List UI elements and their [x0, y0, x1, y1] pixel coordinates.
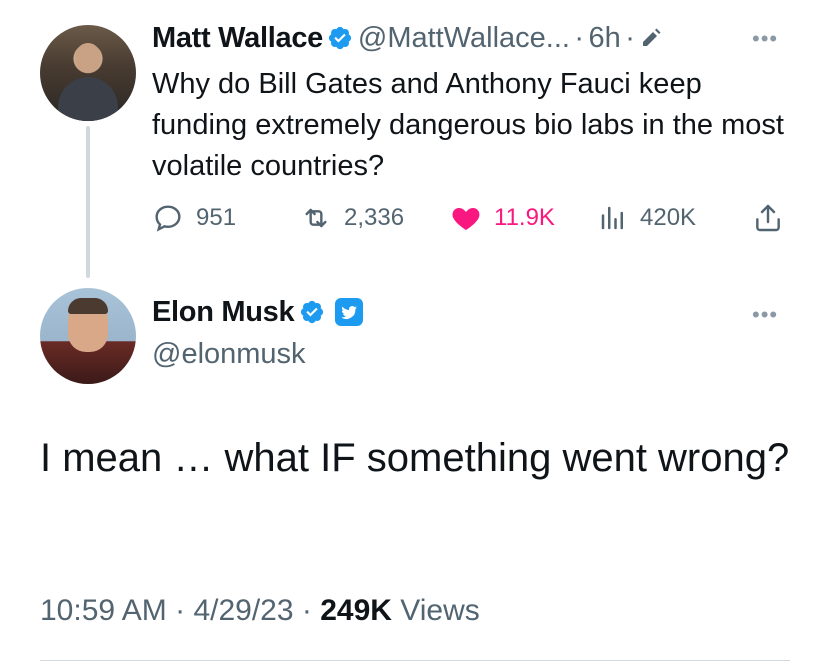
divider — [40, 660, 790, 661]
dot-separator: · — [175, 594, 186, 627]
analytics-icon — [598, 202, 628, 234]
parent-author-handle[interactable]: @MattWallace... — [358, 22, 570, 54]
share-icon — [752, 202, 784, 234]
thread-line — [86, 126, 90, 278]
tweet-time[interactable]: 10:59 AM — [40, 594, 167, 627]
heart-icon — [450, 202, 482, 234]
reply-button[interactable]: 951 — [152, 200, 236, 236]
verified-icon — [299, 299, 325, 325]
parent-author-name[interactable]: Matt Wallace — [152, 22, 323, 54]
more-options-icon[interactable]: ••• — [752, 26, 778, 52]
parent-tweet-time[interactable]: 6h — [589, 22, 621, 54]
main-tweet-header: Elon Musk — [152, 296, 364, 329]
reply-icon — [152, 202, 184, 234]
elon-musk-avatar[interactable] — [40, 288, 136, 384]
matt-wallace-avatar[interactable] — [40, 25, 136, 121]
retweet-count: 2,336 — [344, 204, 405, 231]
dot-separator: · — [625, 22, 635, 54]
tweet-meta: 10:59 AM · 4/29/23 · 249K Views — [40, 594, 480, 628]
parent-tweet-text: Why do Bill Gates and Anthony Fauci keep… — [152, 68, 784, 182]
like-button[interactable]: 11.9K — [450, 200, 555, 236]
views-total: 249K — [320, 594, 392, 627]
views-count: 420K — [640, 204, 697, 231]
tweet-date[interactable]: 4/29/23 — [193, 594, 293, 627]
dot-separator: · — [301, 594, 312, 627]
views-button[interactable]: 420K — [598, 200, 696, 236]
share-button[interactable] — [752, 200, 784, 236]
retweet-icon — [300, 202, 332, 234]
main-author-name[interactable]: Elon Musk — [152, 296, 295, 328]
twitter-bird-badge-icon — [335, 298, 364, 326]
reply-count: 951 — [196, 204, 237, 231]
main-tweet-text: I mean … what IF something went wrong? — [40, 436, 790, 480]
views-label: Views — [400, 594, 480, 627]
verified-icon — [327, 25, 353, 51]
retweet-button[interactable]: 2,336 — [300, 200, 404, 236]
dot-separator: · — [574, 22, 585, 54]
main-author-handle[interactable]: @elonmusk — [152, 338, 306, 371]
edit-pencil-icon — [639, 26, 663, 50]
more-options-icon[interactable]: ••• — [752, 302, 778, 328]
like-count: 11.9K — [494, 204, 555, 231]
parent-tweet-header: Matt Wallace @MattWallace... · 6h · — [152, 22, 663, 55]
